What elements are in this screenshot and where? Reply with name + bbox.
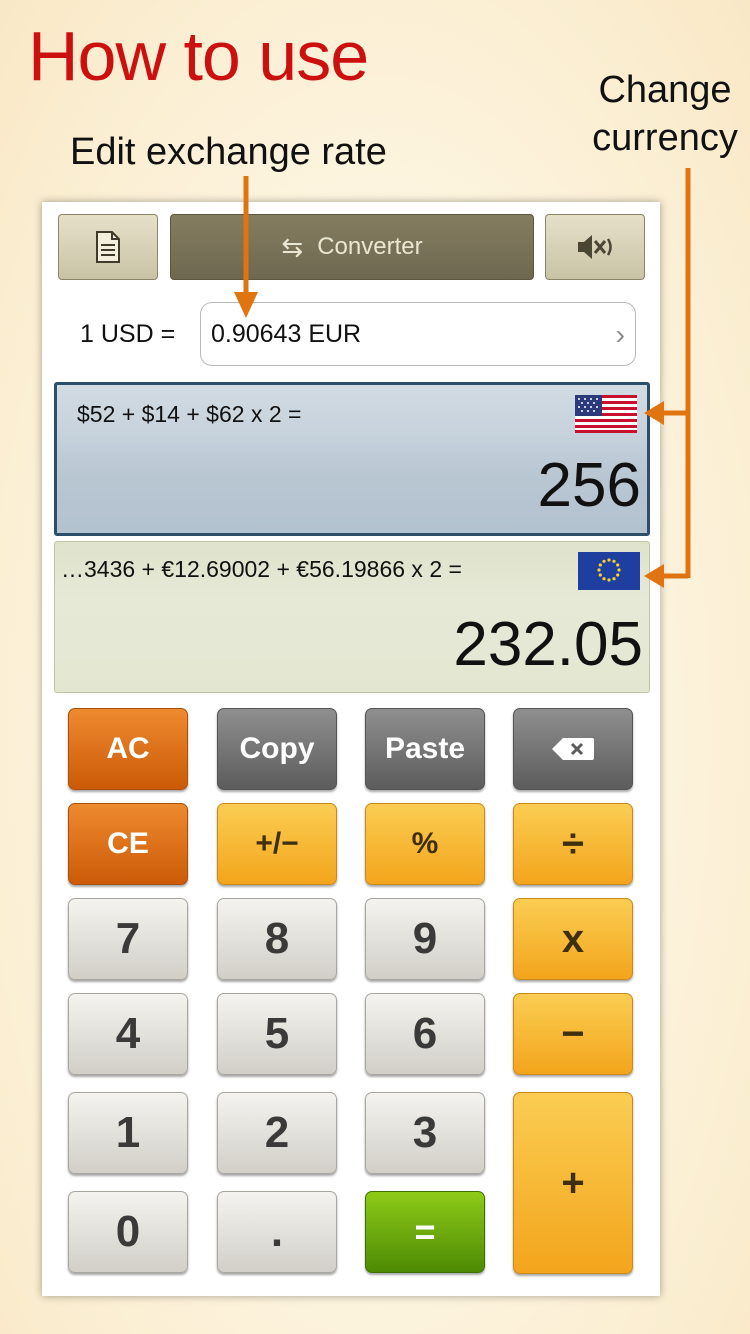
- annotation-edit-rate: Edit exchange rate: [70, 131, 387, 173]
- swap-arrows-icon: ⇆: [281, 231, 304, 262]
- all-clear-button[interactable]: AC: [68, 708, 188, 790]
- digit-3-button[interactable]: 3: [365, 1092, 485, 1174]
- equals-button[interactable]: =: [365, 1191, 485, 1273]
- digit-5-button[interactable]: 5: [217, 993, 337, 1075]
- decimal-point-button[interactable]: .: [217, 1191, 337, 1273]
- chevron-right-icon: ›: [615, 319, 625, 350]
- us-flag-icon[interactable]: [575, 395, 637, 433]
- sound-toggle-button[interactable]: [545, 214, 645, 280]
- divide-button[interactable]: ÷: [513, 803, 633, 885]
- calculator-app: ⇆ Converter 1 USD = 0.90643 EUR › $52 + …: [42, 202, 660, 1296]
- backspace-icon: [552, 738, 594, 760]
- sign-toggle-button[interactable]: +/−: [217, 803, 337, 885]
- digit-7-button[interactable]: 7: [68, 898, 188, 980]
- eur-result: 232.05: [453, 610, 643, 679]
- percent-button[interactable]: %: [365, 803, 485, 885]
- converter-label: Converter: [317, 233, 423, 260]
- digit-9-button[interactable]: 9: [365, 898, 485, 980]
- document-icon: [96, 231, 120, 263]
- digit-0-button[interactable]: 0: [68, 1191, 188, 1273]
- backspace-button[interactable]: [513, 708, 633, 790]
- paste-button[interactable]: Paste: [365, 708, 485, 790]
- eur-expression: …3436 + €12.69002 + €56.19866 x 2 =: [61, 556, 462, 582]
- digit-8-button[interactable]: 8: [217, 898, 337, 980]
- eur-display-panel[interactable]: …3436 + €12.69002 + €56.19866 x 2 = 232.…: [54, 541, 650, 693]
- usd-expression: $52 + $14 + $62 x 2 =: [77, 401, 302, 427]
- digit-2-button[interactable]: 2: [217, 1092, 337, 1174]
- usd-display-panel[interactable]: $52 + $14 + $62 x 2 = 256: [54, 382, 650, 536]
- annotation-change-line1: Change: [598, 69, 732, 111]
- speaker-mute-icon: [578, 235, 612, 259]
- minus-button[interactable]: −: [513, 993, 633, 1075]
- exchange-rate-field[interactable]: 0.90643 EUR ›: [200, 302, 636, 366]
- rate-label: 1 USD =: [80, 320, 176, 348]
- eu-flag-icon[interactable]: [578, 552, 640, 590]
- history-button[interactable]: [58, 214, 158, 280]
- annotation-change-currency: Change currency: [580, 66, 750, 162]
- copy-button[interactable]: Copy: [217, 708, 337, 790]
- plus-button[interactable]: +: [513, 1092, 633, 1274]
- converter-button[interactable]: ⇆ Converter: [170, 214, 534, 280]
- digit-6-button[interactable]: 6: [365, 993, 485, 1075]
- exchange-rate-value: 0.90643 EUR: [211, 319, 362, 348]
- digit-1-button[interactable]: 1: [68, 1092, 188, 1174]
- clear-entry-button[interactable]: CE: [68, 803, 188, 885]
- annotation-change-line2: currency: [592, 117, 738, 159]
- digit-4-button[interactable]: 4: [68, 993, 188, 1075]
- multiply-button[interactable]: x: [513, 898, 633, 980]
- usd-result: 256: [537, 451, 641, 520]
- headline: How to use: [28, 17, 369, 95]
